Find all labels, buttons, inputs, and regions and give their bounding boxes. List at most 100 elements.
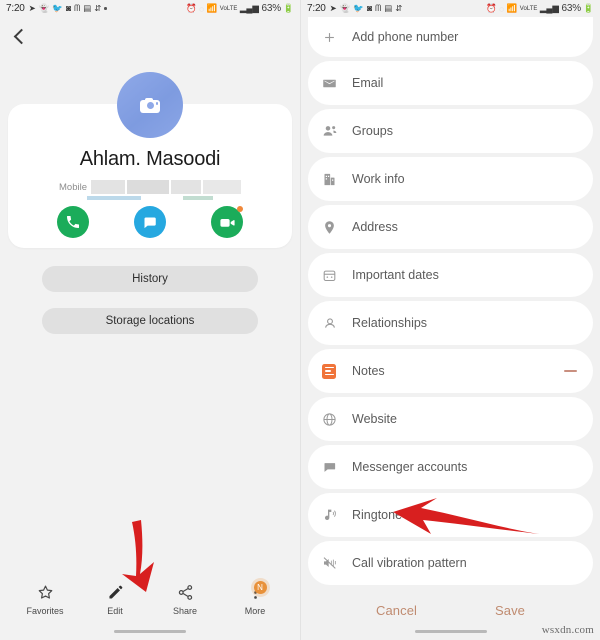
home-indicator-right[interactable] (414, 629, 487, 633)
instagram-icon: ◙ (65, 3, 72, 14)
battery-percent: 63% (261, 3, 281, 14)
plus-icon (322, 30, 344, 45)
telegram-icon: ➤ (28, 3, 36, 14)
call-button[interactable] (56, 206, 89, 238)
volte-icon: VoLTE (519, 5, 538, 12)
wifi-calling-icon: 📶 (506, 3, 518, 13)
field-label: Address (352, 220, 398, 234)
globe-icon (322, 412, 344, 427)
battery-icon: 🔋 (283, 3, 294, 13)
more-badge: N (253, 581, 267, 594)
watermark: wsxdn.com (541, 624, 594, 636)
right-phone-screen: 7:20 ➤ 👻 🐦 ◙ ᗰ ▤ ⇵ ⏰ ◌ 📶 VoLTE ▂▄▆ 63% 🔋 (300, 0, 600, 640)
twitter-icon: 🐦 (52, 3, 63, 14)
pencil-icon (107, 583, 124, 601)
nav-item-more[interactable]: N More (225, 581, 285, 616)
dual-screenshot: 7:20 ➤ 👻 🐦 ◙ ᗰ ▤ ⇵ ⏰ ◌ 📶 VoLTE ▂▄▆ 63% 🔋 (0, 0, 600, 640)
save-button[interactable]: Save (495, 603, 525, 618)
field-label: Website (352, 412, 397, 426)
field-row-address[interactable]: Address (308, 205, 593, 249)
camera-icon (140, 97, 160, 113)
alarm-icon: ⏰ (186, 3, 197, 13)
avatar[interactable] (117, 72, 183, 138)
news-icon: ▤ (83, 3, 92, 14)
left-phone-screen: 7:20 ➤ 👻 🐦 ◙ ᗰ ▤ ⇵ ⏰ ◌ 📶 VoLTE ▂▄▆ 63% 🔋 (0, 0, 300, 640)
message-button[interactable] (133, 206, 166, 238)
field-row-messenger-accounts[interactable]: Messenger accounts (308, 445, 593, 489)
field-row-website[interactable]: Website (308, 397, 593, 441)
star-icon (37, 583, 54, 601)
status-right-icons: ⏰ ◌ 📶 VoLTE ▂▄▆ 63% 🔋 (186, 3, 294, 14)
status-left-icons: ➤ 👻 🐦 ◙ ᗰ ▤ ⇵ (29, 4, 186, 13)
calendar-icon (322, 268, 344, 283)
battery-percent: 63% (561, 3, 581, 14)
field-label: Call vibration pattern (352, 556, 467, 570)
field-row-email[interactable]: Email (308, 61, 593, 105)
video-call-button[interactable] (211, 206, 244, 238)
chat-bubble-icon (322, 460, 344, 475)
secondary-buttons: History Storage locations (0, 266, 300, 350)
field-row-groups[interactable]: Groups (308, 109, 593, 153)
storage-locations-button[interactable]: Storage locations (42, 308, 258, 334)
contact-action-buttons (0, 206, 300, 238)
field-label: Ringtone (352, 508, 403, 522)
relationship-icon (322, 315, 344, 331)
building-icon (322, 172, 344, 187)
edit-fields-list: Add phone number Email Groups Work info (301, 17, 600, 589)
field-row-work-info[interactable]: Work info (308, 157, 593, 201)
mute-icon: ◌ (499, 3, 505, 14)
battery-icon: 🔋 (583, 3, 594, 13)
dot-icon (104, 7, 107, 10)
back-button[interactable] (0, 17, 300, 55)
nav-label-favorites: Favorites (26, 606, 64, 616)
mute-icon: ◌ (199, 3, 205, 14)
home-indicator-left[interactable] (114, 629, 186, 633)
nav-label-share: Share (172, 606, 198, 616)
field-row-add-phone-number[interactable]: Add phone number (308, 17, 593, 57)
vibration-mute-icon (322, 555, 344, 571)
status-time: 7:20 (6, 3, 25, 14)
signal-icon: ▂▄▆ (539, 3, 559, 13)
message-icon (144, 217, 157, 228)
messenger-icon: ᗰ (74, 3, 81, 14)
back-arrow-icon (13, 28, 30, 44)
data-saver-icon: ⇵ (395, 3, 403, 14)
field-row-call-vibration-pattern[interactable]: Call vibration pattern (308, 541, 593, 585)
messenger-icon: ᗰ (375, 3, 382, 14)
instagram-icon: ◙ (366, 3, 373, 14)
field-label: Important dates (352, 268, 439, 282)
field-label: Work info (352, 172, 405, 186)
alarm-icon: ⏰ (486, 3, 497, 13)
location-pin-icon (322, 220, 344, 235)
nav-item-favorites[interactable]: Favorites (15, 583, 75, 616)
status-bar-left: 7:20 ➤ 👻 🐦 ◙ ᗰ ▤ ⇵ ⏰ ◌ 📶 VoLTE ▂▄▆ 63% 🔋 (0, 0, 300, 17)
news-icon: ▤ (384, 3, 393, 14)
nav-item-edit[interactable]: Edit (85, 583, 145, 616)
redacted-phone-number (91, 180, 241, 194)
history-button[interactable]: History (42, 266, 258, 292)
twitter-icon: 🐦 (353, 3, 364, 14)
telegram-icon: ➤ (329, 3, 337, 14)
share-icon (177, 583, 194, 601)
phone-icon (66, 216, 79, 228)
editor-footer: Cancel Save (301, 603, 600, 618)
notes-icon (322, 363, 344, 379)
status-left-icons: ➤ 👻 🐦 ◙ ᗰ ▤ ⇵ (330, 4, 486, 13)
snapchat-icon: 👻 (339, 3, 351, 14)
wifi-calling-icon: 📶 (206, 3, 218, 13)
field-row-notes[interactable]: Notes (308, 349, 593, 393)
field-row-important-dates[interactable]: Important dates (308, 253, 593, 297)
field-label: Messenger accounts (352, 460, 468, 474)
signal-icon: ▂▄▆ (239, 3, 259, 13)
nav-label-edit: Edit (107, 606, 123, 616)
more-icon: N (247, 581, 267, 601)
remove-notes-button[interactable] (564, 370, 577, 372)
nav-item-share[interactable]: Share (155, 583, 215, 616)
field-row-relationships[interactable]: Relationships (308, 301, 593, 345)
envelope-icon (322, 76, 344, 91)
status-right-icons: ⏰ ◌ 📶 VoLTE ▂▄▆ 63% 🔋 (486, 3, 594, 14)
video-camera-icon (220, 218, 235, 227)
cancel-button[interactable]: Cancel (376, 603, 417, 618)
field-row-ringtone[interactable]: Ringtone (308, 493, 593, 537)
phone-number-row: Mobile (0, 180, 300, 194)
